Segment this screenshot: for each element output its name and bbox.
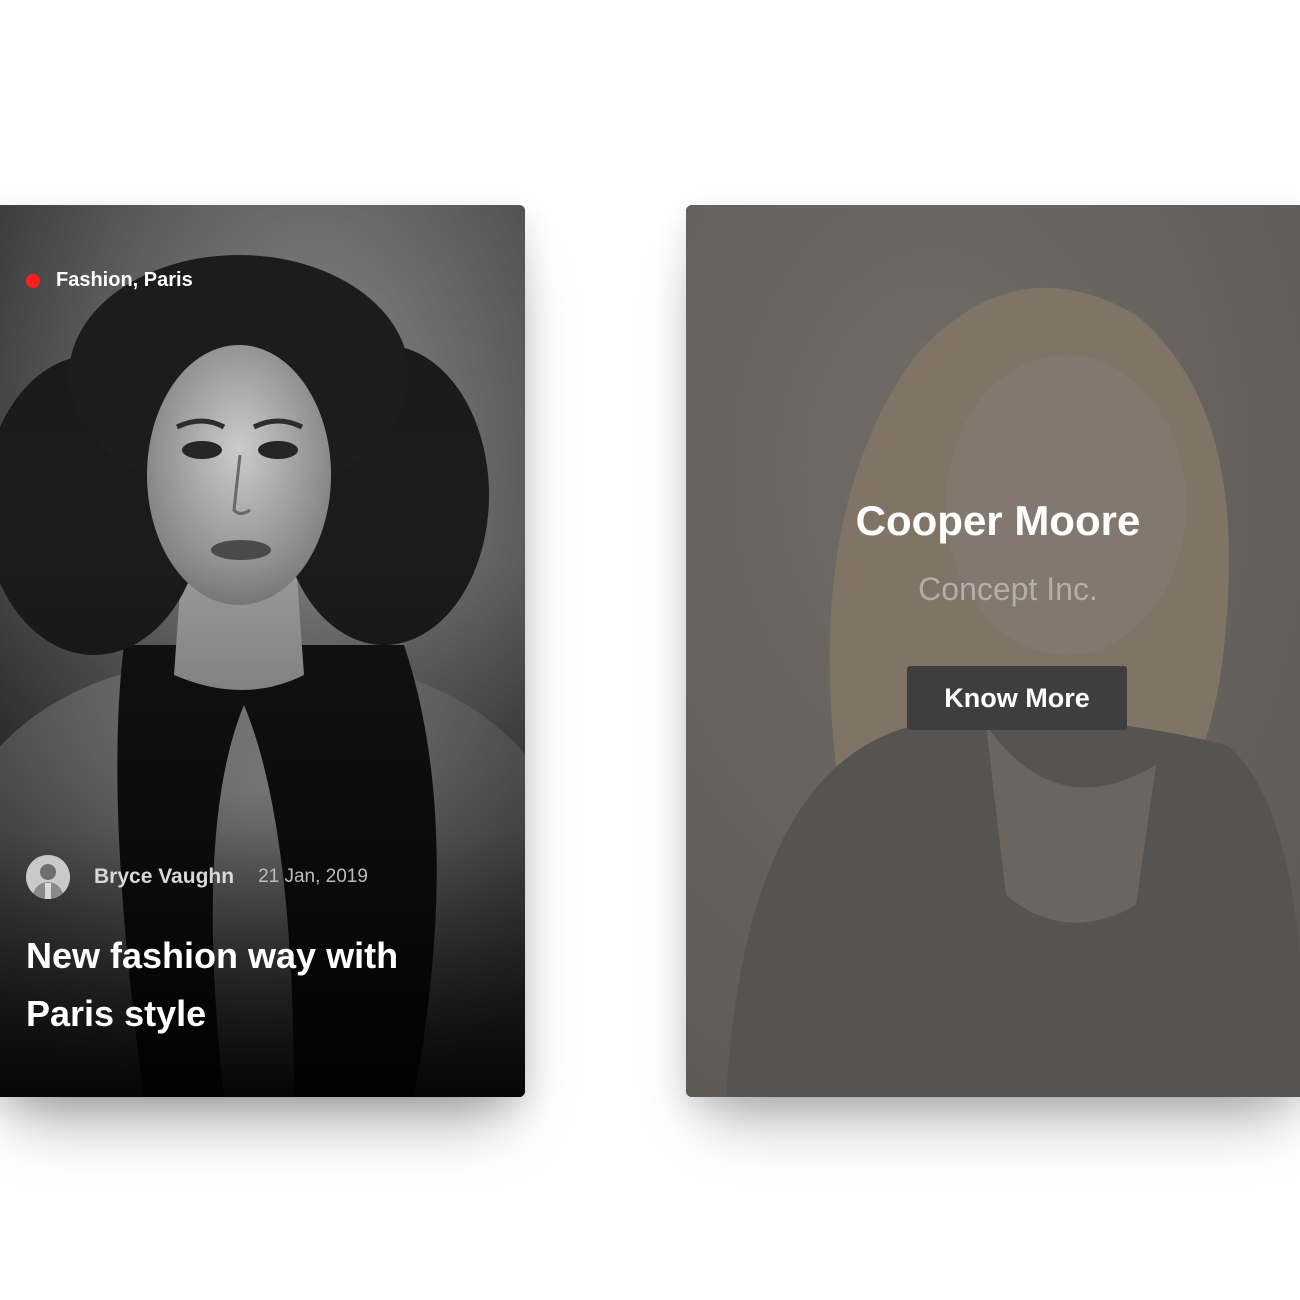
- post-category-label: Fashion, Paris: [56, 269, 193, 291]
- know-more-button[interactable]: Know More: [907, 666, 1127, 730]
- post-meta: Bryce Vaughn 21 Jan, 2019: [26, 855, 368, 899]
- avatar-image: [26, 855, 70, 899]
- post-card[interactable]: Fashion, Paris Bryce Vaughn 21 Jan, 2019…: [0, 205, 525, 1097]
- category-dot-icon: [26, 273, 40, 288]
- profile-company: Concept Inc.: [918, 571, 1098, 607]
- author-name[interactable]: Bryce Vaughn: [94, 865, 234, 889]
- page: Fashion, Paris Bryce Vaughn 21 Jan, 2019…: [0, 0, 1300, 1300]
- profile-dim-overlay: [686, 205, 1300, 1097]
- post-date: 21 Jan, 2019: [258, 866, 368, 887]
- post-title[interactable]: New fashion way with Paris style: [26, 927, 496, 1043]
- post-category[interactable]: Fashion, Paris: [26, 269, 193, 292]
- author-avatar[interactable]: [26, 855, 70, 899]
- profile-card: Cooper Moore Concept Inc. Know More: [686, 205, 1300, 1097]
- profile-name: Cooper Moore: [855, 497, 1141, 544]
